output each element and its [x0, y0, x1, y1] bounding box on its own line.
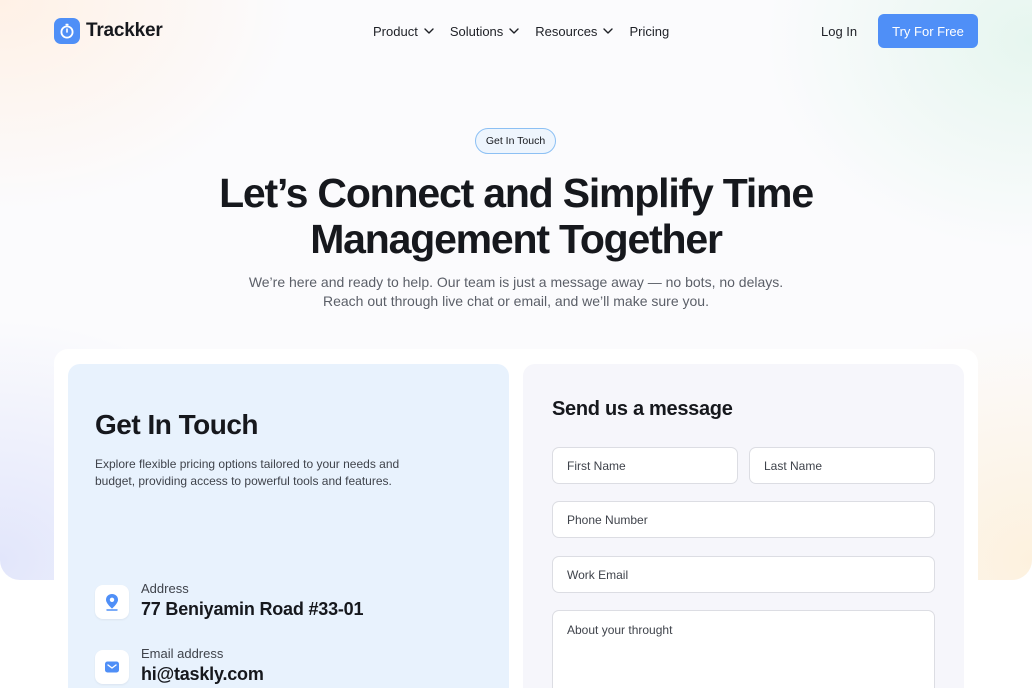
address-label: Address: [141, 581, 189, 596]
chevron-down-icon: [603, 28, 614, 34]
chevron-down-icon: [424, 28, 434, 34]
location-pin-icon: [95, 585, 129, 619]
chevron-down-icon: [509, 28, 519, 34]
contact-info-description: Explore flexible pricing options tailore…: [95, 457, 400, 488]
last-name-field[interactable]: Last Name: [749, 447, 935, 484]
menu-item-resources[interactable]: Resources: [535, 22, 614, 40]
address-value: 77 Beniyamin Road #33-01: [141, 599, 364, 619]
message-form-title: Send us a message: [552, 398, 733, 420]
work-email-field[interactable]: Work Email: [552, 556, 935, 593]
email-value[interactable]: hi@taskly.com: [141, 664, 264, 685]
menu-item-label: Pricing: [629, 23, 670, 39]
menu-item-solutions[interactable]: Solutions: [450, 22, 519, 40]
menu-item-label: Resources: [535, 23, 598, 39]
menu-item-product[interactable]: Product: [373, 22, 434, 40]
main-menu: Product Solutions Resources Pricing: [373, 22, 669, 40]
page-title-line-1: Let’s Connect and Simplify Time: [219, 170, 814, 216]
contact-info-title: Get In Touch: [95, 409, 259, 440]
login-link[interactable]: Log In: [821, 24, 857, 39]
page-subtitle-line-2: Reach out through live chat or email, an…: [323, 293, 709, 309]
brand-logo[interactable]: Trackker: [54, 18, 163, 44]
get-in-touch-badge: Get In Touch: [475, 128, 556, 154]
page-subtitle-line-1: We’re here and ready to help. Our team i…: [248, 274, 784, 290]
menu-item-pricing[interactable]: Pricing: [629, 22, 669, 40]
top-navigation: Trackker Product Solutions Resources Pri…: [0, 0, 1032, 64]
stopwatch-icon: [54, 18, 80, 44]
email-label: Email address: [141, 646, 224, 661]
page-subtitle: We’re here and ready to help. Our team i…: [216, 273, 816, 311]
try-for-free-button[interactable]: Try For Free: [878, 14, 978, 48]
email-item: Email address hi@taskly.com: [95, 646, 264, 685]
brand-name: Trackker: [86, 20, 163, 41]
phone-number-field[interactable]: Phone Number: [552, 501, 935, 538]
mail-icon: [95, 650, 129, 684]
page-title: Let’s Connect and Simplify Time Manageme…: [116, 170, 916, 262]
address-item: Address 77 Beniyamin Road #33-01: [95, 581, 364, 620]
page-title-line-2: Management Together: [310, 216, 723, 262]
first-name-field[interactable]: First Name: [552, 447, 738, 484]
message-textarea[interactable]: About your throught: [552, 610, 935, 688]
menu-item-label: Solutions: [449, 23, 504, 39]
menu-item-label: Product: [373, 23, 418, 39]
